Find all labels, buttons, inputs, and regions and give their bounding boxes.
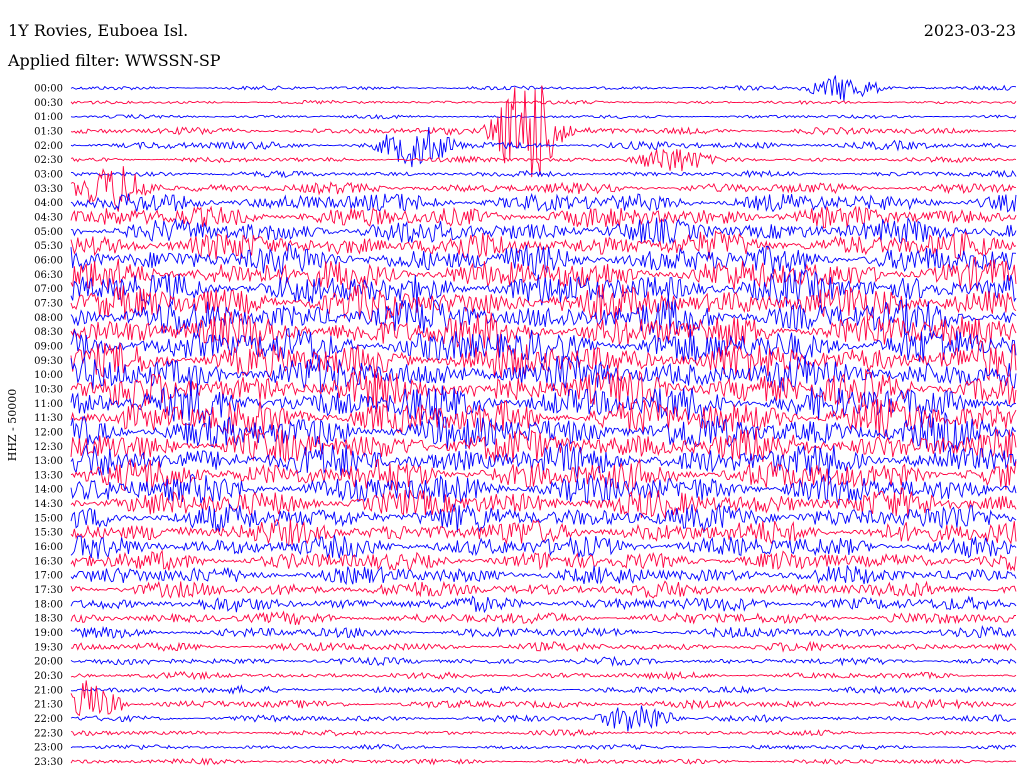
trace-time-label: 11:00 [34, 399, 63, 410]
trace-time-label: 02:30 [34, 155, 63, 166]
seismic-trace [70, 126, 1017, 168]
trace-time-label: 22:00 [34, 714, 63, 725]
trace-time-label: 23:30 [34, 757, 63, 768]
seismic-trace [70, 85, 1017, 178]
trace-time-label: 18:00 [34, 599, 63, 610]
seismic-trace [70, 610, 1016, 626]
trace-time-label: 11:30 [34, 413, 63, 424]
trace-time-label: 12:30 [34, 442, 63, 453]
trace-time-label: 16:30 [34, 556, 63, 567]
trace-time-label: 07:30 [34, 298, 63, 309]
trace-time-label: 01:00 [34, 112, 63, 123]
seismic-trace [70, 705, 1017, 732]
helicorder-chart: 1Y Rovies, Euboea Isl. 2023-03-23 Applie… [6, 21, 1017, 769]
trace-time-label: 03:30 [34, 184, 63, 195]
seismic-trace [70, 728, 1017, 737]
trace-time-label: 04:00 [34, 198, 63, 209]
trace-time-label: 06:30 [34, 270, 63, 281]
seismic-trace [70, 148, 1017, 172]
trace-time-label: 19:00 [34, 628, 63, 639]
seismic-trace [70, 680, 1017, 717]
trace-time-label: 10:00 [34, 370, 63, 381]
trace-time-label: 06:00 [34, 255, 63, 266]
seismic-trace [70, 757, 1017, 766]
trace-time-label: 20:30 [34, 671, 63, 682]
trace-time-label: 14:00 [34, 485, 63, 496]
trace-time-label: 12:00 [34, 427, 63, 438]
filter-label: Applied filter: WWSSN-SP [7, 51, 221, 70]
seismic-trace [70, 640, 1017, 653]
trace-time-label: 15:00 [34, 513, 63, 524]
trace-time-label: 17:00 [34, 571, 63, 582]
seismic-trace [70, 655, 1017, 667]
trace-time-label: 22:30 [34, 728, 63, 739]
trace-time-label: 02:00 [34, 141, 63, 152]
trace-time-label: 21:00 [34, 685, 63, 696]
seismic-trace [70, 624, 1017, 639]
seismic-trace [70, 256, 1017, 292]
seismic-trace [70, 565, 1017, 586]
seismic-trace [70, 113, 1017, 120]
seismic-trace [70, 192, 1017, 213]
trace-time-label: 19:30 [34, 642, 63, 653]
station-title: 1Y Rovies, Euboea Isl. [8, 21, 188, 40]
trace-time-label: 01:30 [34, 126, 63, 137]
trace-time-label: 14:30 [34, 499, 63, 510]
trace-time-label: 05:30 [34, 241, 63, 252]
trace-time-label: 04:30 [34, 212, 63, 223]
trace-time-label: 21:30 [34, 700, 63, 711]
trace-time-label: 00:00 [34, 84, 63, 95]
date-label: 2023-03-23 [924, 21, 1016, 40]
seismic-trace [71, 169, 1017, 179]
trace-time-label: 16:00 [34, 542, 63, 553]
seismic-trace [70, 670, 1017, 681]
trace-group [70, 75, 1017, 766]
trace-time-label: 13:30 [34, 470, 63, 481]
trace-time-label: 10:30 [34, 384, 63, 395]
trace-time-label: 08:00 [34, 313, 63, 324]
trace-time-label: 15:30 [34, 528, 63, 539]
seismic-trace [70, 684, 1017, 695]
trace-time-label: 09:00 [34, 341, 63, 352]
channel-label: HHZ - 50000 [6, 389, 19, 462]
seismic-trace [70, 339, 1017, 382]
trace-time-label: 17:30 [34, 585, 63, 596]
seismic-trace [70, 743, 1017, 751]
seismic-trace [70, 549, 1017, 572]
seismic-trace [70, 580, 1017, 599]
trace-time-label: 09:30 [34, 356, 63, 367]
seismic-trace [70, 502, 1017, 533]
trace-time-label: 18:30 [34, 614, 63, 625]
seismic-trace [70, 487, 1017, 520]
trace-time-label: 20:00 [34, 657, 63, 668]
trace-time-label: 05:00 [34, 227, 63, 238]
trace-time-label: 03:00 [34, 169, 63, 180]
trace-time-label: 07:00 [34, 284, 63, 295]
trace-time-label: 08:30 [34, 327, 63, 338]
time-labels: 00:00 00:30 01:00 01:30 02:00 02:30 03:00 03:30… [34, 84, 63, 769]
seismic-trace [70, 595, 1017, 614]
trace-time-label: 13:00 [34, 456, 63, 467]
trace-time-label: 00:30 [34, 98, 63, 109]
trace-time-label: 23:00 [34, 743, 63, 754]
